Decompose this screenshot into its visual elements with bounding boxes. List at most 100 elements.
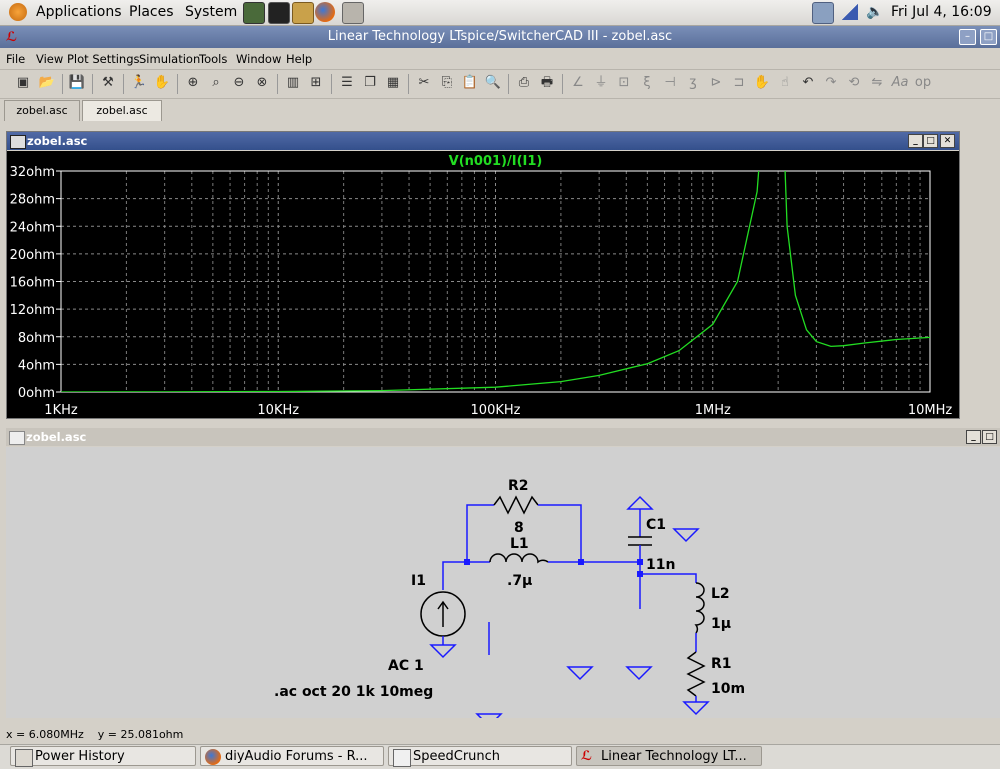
- mirror-icon[interactable]: ⇋: [868, 74, 886, 92]
- y-tick-label: 16ohm: [10, 276, 55, 291]
- firefox-icon[interactable]: [315, 2, 335, 22]
- drag-icon[interactable]: ☝: [776, 74, 794, 92]
- series-line: [61, 171, 930, 392]
- ground-c1-top: [626, 495, 654, 510]
- clock[interactable]: Fri Jul 4, 16:09: [891, 4, 992, 20]
- places-menu[interactable]: Places: [129, 4, 174, 20]
- menu-window[interactable]: Window: [236, 52, 281, 66]
- autorange-icon[interactable]: ▥: [284, 74, 302, 92]
- spice-directive-icon[interactable]: op: [914, 74, 932, 92]
- copy-icon[interactable]: ⎘: [438, 74, 456, 92]
- y-tick-label: 32ohm: [10, 165, 55, 180]
- tab-zobel-asc-1[interactable]: zobel.asc: [4, 100, 80, 121]
- redo-icon[interactable]: ↷: [822, 74, 840, 92]
- network-icon[interactable]: [812, 2, 834, 24]
- window-titlebar[interactable]: ℒ Linear Technology LTspice/SwitcherCAD …: [0, 26, 1000, 48]
- x-tick-label: 1MHz: [695, 403, 731, 418]
- control-panel-icon[interactable]: ⚒: [99, 74, 117, 92]
- spice-directive[interactable]: .ac oct 20 1k 10meg: [274, 684, 433, 700]
- maximize-icon[interactable]: □: [980, 29, 997, 45]
- x-tick-label: 10MHz: [908, 403, 953, 418]
- schematic-minimize-icon[interactable]: _: [966, 430, 981, 444]
- resistor-icon[interactable]: ξ: [638, 74, 656, 92]
- zoom-fit-icon[interactable]: ⊗: [253, 74, 271, 92]
- tile-horizontal-icon[interactable]: ☰: [338, 74, 356, 92]
- window-title: Linear Technology LTspice/SwitcherCAD II…: [327, 29, 673, 44]
- r1-name: R1: [711, 656, 732, 672]
- firefox-task-icon: [205, 749, 221, 765]
- zoom-in-icon[interactable]: ⊕: [184, 74, 202, 92]
- diode-icon[interactable]: ⊳: [707, 74, 725, 92]
- document-tabs: zobel.asc zobel.asc: [0, 99, 1000, 121]
- wire-icon[interactable]: ∠: [569, 74, 587, 92]
- save-icon[interactable]: 💾: [68, 74, 86, 92]
- plot-window[interactable]: zobel.asc _ □ ✕ 1KHz 10KHz 100KHz 1MHz 10MHz…: [6, 131, 960, 419]
- waveform-viewer-icon[interactable]: ⊞: [307, 74, 325, 92]
- move-icon[interactable]: ✋: [753, 74, 771, 92]
- zoom-out-icon[interactable]: ⊖: [230, 74, 248, 92]
- halt-icon[interactable]: ✋: [153, 74, 171, 92]
- cut-icon[interactable]: ✂: [415, 74, 433, 92]
- menu-view[interactable]: View: [36, 52, 63, 66]
- undo-icon[interactable]: ↶: [799, 74, 817, 92]
- schematic-window-titlebar[interactable]: zobel.asc _ □: [6, 428, 1000, 446]
- terminal-icon[interactable]: [268, 2, 290, 24]
- menu-plot-settings[interactable]: Plot Settings: [67, 52, 140, 66]
- run-icon[interactable]: 🏃: [130, 74, 148, 92]
- gnome-foot-icon[interactable]: [9, 3, 27, 21]
- text-icon[interactable]: Aa: [891, 74, 909, 92]
- system-monitor-icon[interactable]: [243, 2, 265, 24]
- menu-help[interactable]: Help: [286, 52, 312, 66]
- open-icon[interactable]: 📂: [38, 74, 56, 92]
- schematic-canvas[interactable]: R2 8 L1 .7µ C1 11n L2 1µ R1 10m I1 AC 1 …: [6, 447, 1000, 728]
- wire-i1-top: [442, 561, 467, 590]
- ground-icon[interactable]: ⏚: [592, 74, 610, 92]
- system-menu[interactable]: System: [185, 4, 237, 20]
- label-net-icon[interactable]: ⊡: [615, 74, 633, 92]
- plot-minimize-icon[interactable]: _: [908, 134, 923, 148]
- junction-2: [578, 559, 584, 565]
- task-label: Power History: [35, 749, 125, 764]
- minimize-icon[interactable]: –: [959, 29, 976, 45]
- tab-zobel-asc-2[interactable]: zobel.asc: [82, 100, 162, 121]
- new-schematic-icon[interactable]: ▣: [14, 74, 32, 92]
- schematic-window[interactable]: zobel.asc _ □ R2 8 L1 .7µ C1 11n L2 1µ R…: [6, 428, 1000, 728]
- find-icon[interactable]: 🔍: [484, 74, 502, 92]
- print-icon[interactable]: 🖶: [538, 74, 556, 92]
- l1-value: .7µ: [507, 573, 532, 589]
- rotate-icon[interactable]: ⟲: [845, 74, 863, 92]
- l2-inductor-symbol: [694, 582, 705, 634]
- task-power-history[interactable]: Power History: [10, 746, 196, 767]
- tile-vertical-icon[interactable]: ▦: [384, 74, 402, 92]
- task-ltspice[interactable]: ℒ Linear Technology LT...: [576, 746, 762, 766]
- menu-file[interactable]: File: [6, 52, 25, 66]
- volume-icon[interactable]: 🔈: [866, 4, 883, 20]
- y-tick-label: 24ohm: [10, 220, 55, 235]
- menu-tools[interactable]: Tools: [199, 52, 227, 66]
- power-history-icon: [15, 749, 33, 767]
- file-manager-icon[interactable]: [342, 2, 364, 24]
- task-speedcrunch[interactable]: SpeedCrunch: [388, 746, 572, 767]
- impedance-chart: 1KHz 10KHz 100KHz 1MHz 10MHz 32ohm 28ohm 24ohm 2…: [10, 154, 953, 418]
- l1-name: L1: [510, 536, 529, 552]
- inductor-icon[interactable]: ʒ: [684, 74, 702, 92]
- speedcrunch-icon: [393, 749, 411, 767]
- plot-maximize-icon[interactable]: □: [923, 134, 938, 148]
- schematic-maximize-icon[interactable]: □: [982, 430, 997, 444]
- menu-simulation[interactable]: Simulation: [139, 52, 200, 66]
- task-diyaudio[interactable]: diyAudio Forums - R...: [200, 746, 384, 766]
- paste-icon[interactable]: 📋: [461, 74, 479, 92]
- capacitor-icon[interactable]: ⊣: [661, 74, 679, 92]
- ltspice-launcher-icon[interactable]: [292, 2, 314, 24]
- print-preview-icon[interactable]: ⎙: [515, 74, 533, 92]
- pan-icon[interactable]: ⌕: [207, 74, 225, 92]
- schematic-drawing[interactable]: R2 8 L1 .7µ C1 11n L2 1µ R1 10m I1 AC 1 …: [6, 447, 1000, 728]
- plot-window-titlebar[interactable]: zobel.asc _ □ ✕: [7, 132, 959, 150]
- signal-strength-icon[interactable]: [842, 4, 858, 20]
- applications-menu[interactable]: Applications: [36, 4, 122, 20]
- plot-close-icon[interactable]: ✕: [940, 134, 955, 148]
- cascade-icon[interactable]: ❐: [361, 74, 379, 92]
- plot-area[interactable]: 1KHz 10KHz 100KHz 1MHz 10MHz 32ohm 28ohm 24ohm 2…: [7, 151, 959, 418]
- wire-r2-left: [466, 504, 494, 562]
- component-icon[interactable]: ⊐: [730, 74, 748, 92]
